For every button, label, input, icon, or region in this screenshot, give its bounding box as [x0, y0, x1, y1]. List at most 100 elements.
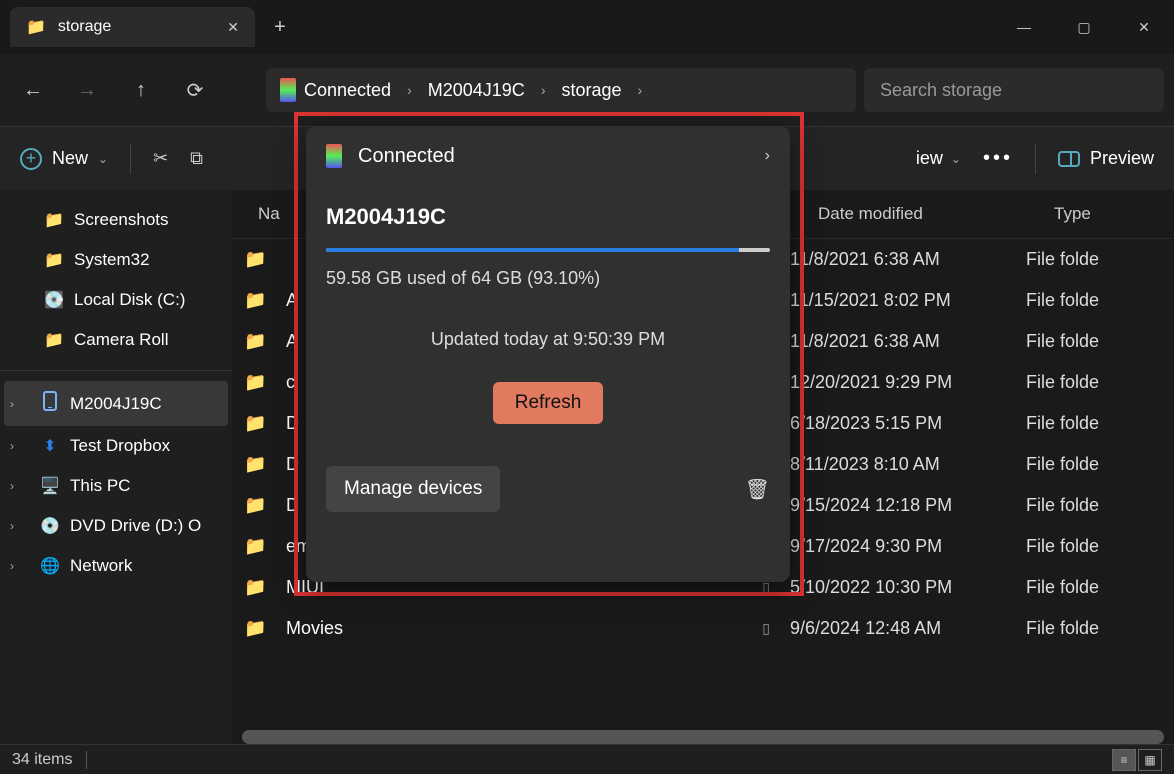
row-name-text: A [286, 331, 298, 352]
chevron-right-icon[interactable]: › [10, 439, 30, 453]
chevron-right-icon: › [399, 82, 420, 98]
file-row[interactable]: 📁Movies▯9/6/2024 12:48 AMFile folde [232, 608, 1174, 649]
view-button[interactable]: iew ⌄ [916, 148, 961, 169]
row-name-text: D [286, 413, 299, 434]
row-date: 9/15/2024 12:18 PM [790, 495, 1026, 516]
sidebar-item-dvd-drive-d-o[interactable]: ›💿DVD Drive (D:) O [0, 506, 232, 546]
row-date: 12/20/2021 9:29 PM [790, 372, 1026, 393]
row-type: File folde [1026, 372, 1174, 393]
sidebar-item-label: Test Dropbox [70, 436, 170, 456]
preview-pane-icon [1058, 151, 1080, 167]
chevron-right-icon: › [765, 147, 770, 165]
folder-icon: 📁 [244, 454, 272, 475]
crumb-1[interactable]: M2004J19C [428, 80, 525, 101]
separator [86, 751, 87, 769]
title-bar: 📁 storage ✕ + — ▢ ✕ [0, 0, 1174, 54]
plus-circle-icon: + [20, 148, 42, 170]
horizontal-scrollbar[interactable] [242, 730, 1164, 744]
details-view-button[interactable]: ≡ [1112, 749, 1136, 771]
sidebar-item-network[interactable]: ›🌐Network [0, 546, 232, 586]
row-type: File folde [1026, 618, 1174, 639]
folder-icon: 📁 [44, 330, 64, 350]
sidebar-item-m2004j19c[interactable]: › M2004J19C [4, 381, 228, 426]
up-button[interactable]: ↑ [118, 67, 164, 113]
row-date: 6/18/2023 5:15 PM [790, 413, 1026, 434]
row-date: 8/11/2023 8:10 AM [790, 454, 1026, 475]
sidebar: 📁Screenshots📁System32 💽 Local Disk (C:) 📁 Ca… [0, 190, 232, 744]
cut-icon[interactable]: ✂ [153, 148, 168, 169]
window-controls: — ▢ ✕ [994, 0, 1174, 54]
chevron-right-icon[interactable]: › [10, 559, 30, 573]
sidebar-item-local-disk-c-[interactable]: 💽 Local Disk (C:) [0, 280, 232, 320]
folder-icon: 📁 [244, 290, 272, 311]
chevron-right-icon[interactable]: › [10, 479, 30, 493]
progress-fill [326, 248, 739, 252]
chevron-right-icon[interactable]: › [10, 397, 30, 411]
trash-icon[interactable]: 🗑 [745, 477, 770, 502]
popup-header[interactable]: Connected › [326, 144, 770, 168]
folder-icon: 📁 [244, 331, 272, 352]
col-date[interactable]: Date modified [818, 204, 1054, 224]
refresh-button[interactable]: Refresh [493, 382, 604, 424]
folder-icon: 📁 [244, 372, 272, 393]
row-name-text: c [286, 372, 295, 393]
address-bar[interactable]: Connected › M2004J19C › storage › [266, 68, 856, 112]
sidebar-item-system32[interactable]: 📁System32 [0, 240, 232, 280]
crumb-0[interactable]: Connected [304, 80, 391, 101]
device-icon [326, 144, 342, 168]
more-button[interactable]: ••• [983, 147, 1013, 170]
device-name: M2004J19C [326, 204, 770, 230]
copy-icon[interactable]: ⧉ [190, 148, 203, 169]
disk-icon: 💽 [44, 290, 64, 310]
storage-progress [326, 248, 770, 252]
forward-button[interactable]: → [64, 67, 110, 113]
row-name-text: D [286, 454, 299, 475]
new-button[interactable]: + New ⌄ [20, 148, 108, 170]
updated-text: Updated today at 9:50:39 PM [326, 329, 770, 350]
tab-close-button[interactable]: ✕ [227, 19, 239, 36]
back-button[interactable]: ← [10, 67, 56, 113]
folder-icon: 📁 [244, 577, 272, 598]
preview-button[interactable]: Preview [1058, 148, 1154, 169]
sidebar-item-test-dropbox[interactable]: ›⬍Test Dropbox [0, 426, 232, 466]
row-type: File folde [1026, 413, 1174, 434]
nav-row: ← → ↑ ⟳ Connected › M2004J19C › storage … [0, 54, 1174, 126]
crumb-2[interactable]: storage [561, 80, 621, 101]
separator [1035, 144, 1036, 174]
row-date: 11/15/2021 8:02 PM [790, 290, 1026, 311]
sidebar-item-label: Camera Roll [74, 330, 168, 350]
folder-icon: 📁 [244, 413, 272, 434]
manage-devices-button[interactable]: Manage devices [326, 466, 500, 512]
search-input[interactable]: Search storage [864, 68, 1164, 112]
tab-active[interactable]: 📁 storage ✕ [10, 7, 255, 47]
chevron-right-icon[interactable]: › [10, 519, 30, 533]
sidebar-item-screenshots[interactable]: 📁Screenshots [0, 200, 232, 240]
row-type: File folde [1026, 454, 1174, 475]
row-date: 9/17/2024 9:30 PM [790, 536, 1026, 557]
item-count: 34 items [12, 751, 72, 769]
separator [130, 144, 131, 174]
sidebar-item-label: M2004J19C [70, 394, 162, 414]
phone-badge-icon: ▯ [762, 620, 770, 637]
new-tab-button[interactable]: + [255, 16, 305, 39]
sidebar-item-label: Local Disk (C:) [74, 290, 185, 310]
refresh-nav-button[interactable]: ⟳ [172, 67, 218, 113]
row-date: 11/8/2021 6:38 AM [790, 249, 1026, 270]
tab-title: storage [58, 18, 111, 36]
row-type: File folde [1026, 249, 1174, 270]
chevron-down-icon: ⌄ [98, 152, 108, 166]
close-button[interactable]: ✕ [1114, 0, 1174, 54]
phone-icon [40, 391, 60, 416]
row-name-text: A [286, 290, 298, 311]
col-type[interactable]: Type [1054, 204, 1174, 224]
sidebar-item-camera-roll[interactable]: 📁 Camera Roll [0, 320, 232, 360]
icons-view-button[interactable]: ▦ [1138, 749, 1162, 771]
sidebar-item-label: DVD Drive (D:) O [70, 516, 201, 536]
storage-usage-text: 59.58 GB used of 64 GB (93.10%) [326, 268, 770, 289]
folder-icon: 📁 [244, 495, 272, 516]
network-icon: 🌐 [40, 556, 60, 576]
sidebar-item-this-pc[interactable]: ›🖥️This PC [0, 466, 232, 506]
row-type: File folde [1026, 290, 1174, 311]
minimize-button[interactable]: — [994, 0, 1054, 54]
maximize-button[interactable]: ▢ [1054, 0, 1114, 54]
